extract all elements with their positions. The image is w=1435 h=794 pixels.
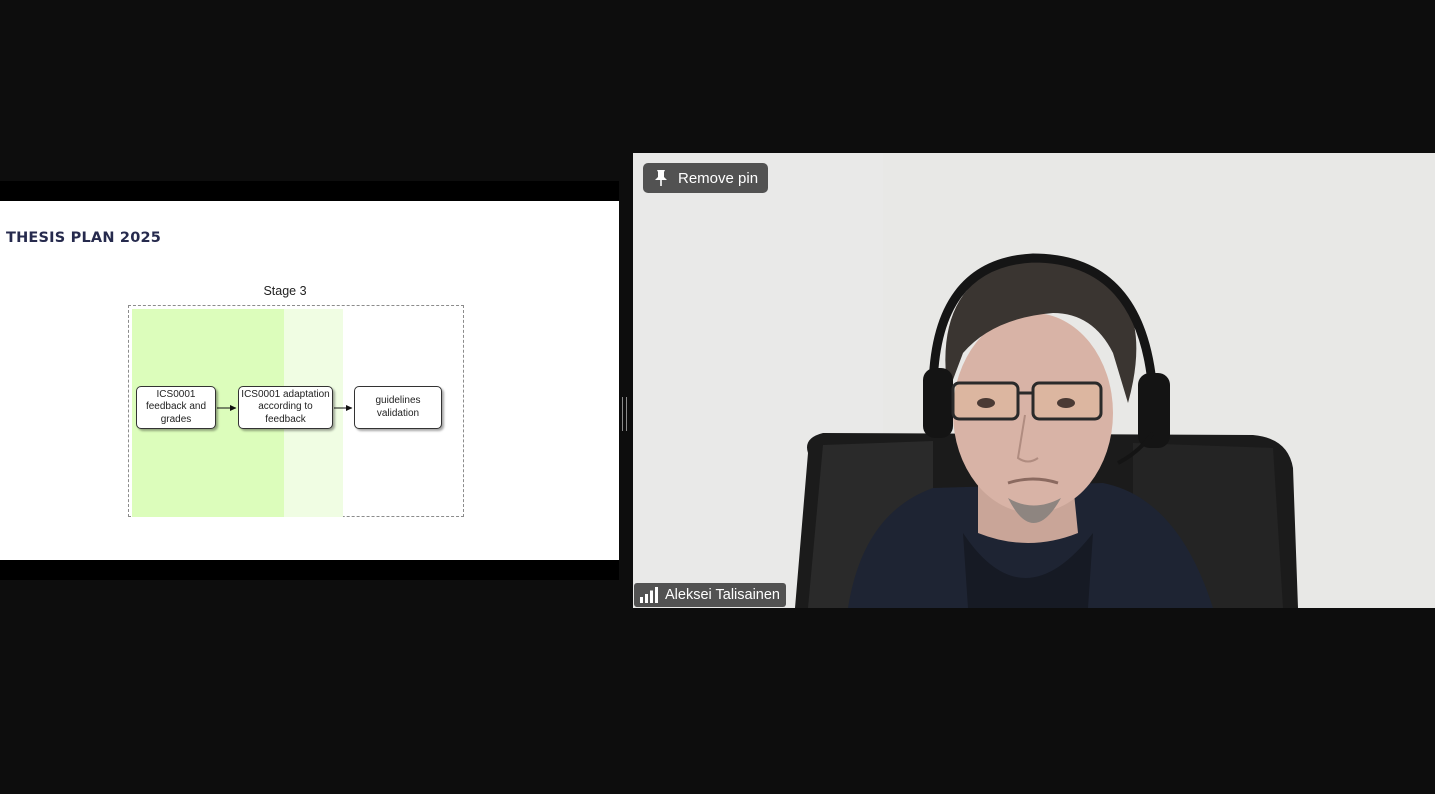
panel-resize-handle[interactable] — [622, 397, 628, 431]
participant-name-tag: Aleksei Talisainen — [634, 583, 786, 607]
participant-video-frame — [633, 153, 1435, 608]
pin-icon — [655, 170, 667, 186]
flow-node-feedback-grades: ICS0001 feedback and grades — [136, 386, 216, 429]
stage-container: ICS0001 feedback and grades ICS0001 adap… — [128, 305, 464, 517]
flow-node-adaptation: ICS0001 adaptation according to feedback — [238, 386, 333, 429]
remove-pin-label: Remove pin — [678, 169, 759, 187]
remove-pin-button[interactable]: Remove pin — [643, 163, 769, 193]
participant-video[interactable]: Remove pin Aleksei Talisainen — [633, 153, 1435, 608]
shared-screen-panel[interactable]: THESIS PLAN 2025 Stage 3 ICS0001 feedbac… — [0, 181, 619, 580]
slide-title: THESIS PLAN 2025 — [6, 230, 162, 246]
presentation-slide: THESIS PLAN 2025 Stage 3 ICS0001 feedbac… — [0, 201, 619, 560]
signal-strength-icon — [640, 587, 658, 603]
stage-label: Stage 3 — [263, 284, 307, 298]
flow-node-guidelines-validation: guidelines validation — [354, 386, 442, 429]
meeting-window: THESIS PLAN 2025 Stage 3 ICS0001 feedbac… — [0, 0, 1435, 794]
participant-name: Aleksei Talisainen — [665, 587, 780, 603]
